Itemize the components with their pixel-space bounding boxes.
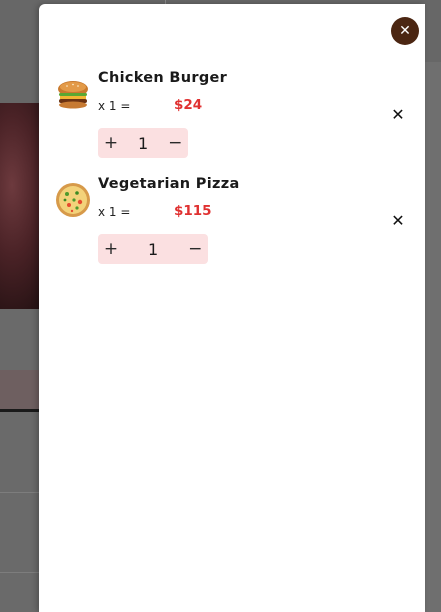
- close-cart-button[interactable]: ✕: [391, 17, 419, 45]
- plus-icon: +: [103, 133, 119, 153]
- decrease-quantity-button[interactable]: −: [162, 128, 188, 158]
- background-scroll-area: [424, 62, 441, 612]
- item-name: Chicken Burger: [98, 70, 228, 86]
- decrease-quantity-button[interactable]: −: [182, 234, 208, 264]
- item-quantity-label: x 1 =: [98, 99, 131, 113]
- plus-icon: +: [103, 239, 119, 259]
- pizza-thumbnail: [55, 182, 91, 218]
- cart-item: Chicken Burger x 1 = $24 ✕ + 1 −: [39, 70, 425, 166]
- close-icon: ✕: [391, 104, 405, 124]
- item-quantity-label: x 1 =: [98, 205, 131, 219]
- item-price: $115: [174, 203, 212, 219]
- increase-quantity-button[interactable]: +: [98, 234, 124, 264]
- item-name: Vegetarian Pizza: [98, 176, 240, 192]
- close-icon: ✕: [399, 23, 411, 39]
- remove-item-button[interactable]: ✕: [390, 104, 406, 124]
- burger-thumbnail: [55, 76, 91, 112]
- increase-quantity-button[interactable]: +: [98, 128, 124, 158]
- cart-drawer: ✕ Chicken Burger x 1 = $24 ✕ + 1 − Veget…: [39, 4, 425, 612]
- quantity-value: 1: [148, 239, 159, 259]
- remove-item-button[interactable]: ✕: [390, 210, 406, 230]
- minus-icon: −: [188, 239, 203, 259]
- cart-item: Vegetarian Pizza x 1 = $115 ✕ + 1 −: [39, 176, 425, 272]
- quantity-stepper: + 1 −: [98, 234, 209, 264]
- quantity-stepper: + 1 −: [98, 128, 189, 158]
- close-icon: ✕: [391, 210, 405, 230]
- item-price: $24: [174, 97, 203, 113]
- quantity-value: 1: [138, 133, 149, 153]
- minus-icon: −: [168, 133, 183, 153]
